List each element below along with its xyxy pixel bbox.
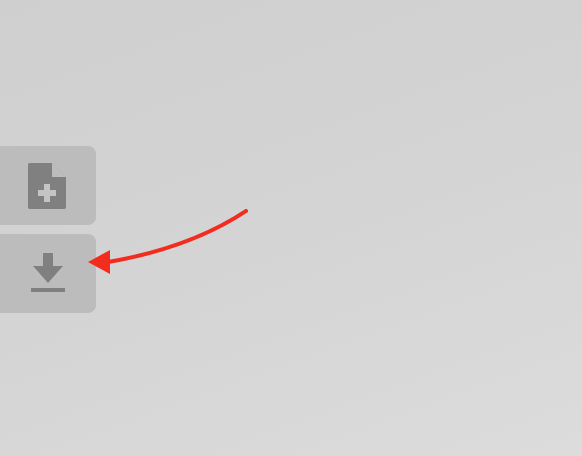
download-icon [31, 252, 65, 292]
desktop-background: { "toolbar": { "buttons": [ { "id": "new… [0, 0, 582, 456]
annotation-arrow [88, 209, 248, 274]
download-button[interactable] [0, 234, 96, 313]
file-plus-icon [28, 162, 66, 209]
new-document-button[interactable] [0, 146, 96, 225]
